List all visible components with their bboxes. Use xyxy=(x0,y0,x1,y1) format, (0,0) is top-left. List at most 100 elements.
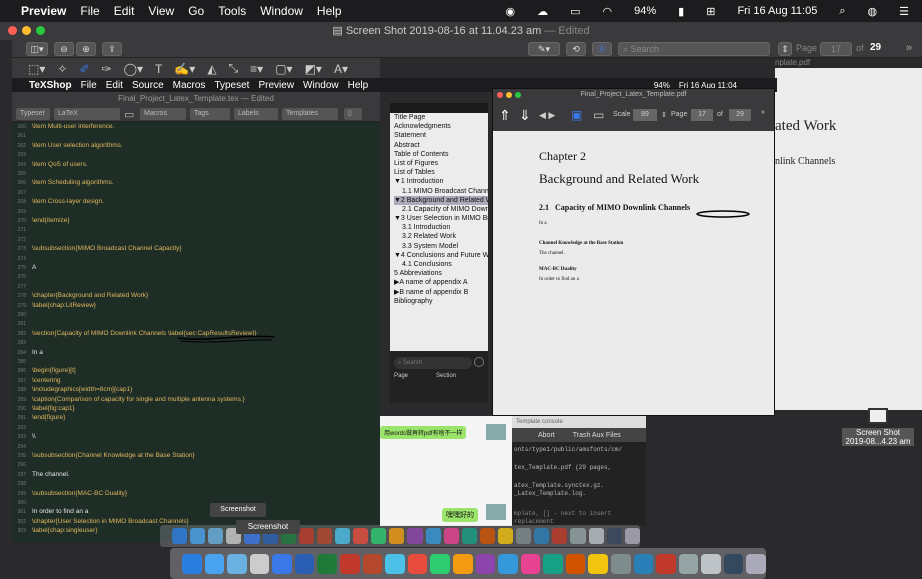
instant-alpha-icon[interactable]: ✧ xyxy=(57,62,67,76)
zoom-out-button[interactable]: ⊖ xyxy=(54,42,74,56)
dock-app-icon[interactable] xyxy=(204,553,225,574)
dock-app-icon[interactable] xyxy=(701,553,721,574)
toc-item[interactable]: 3.1 Introduction xyxy=(394,223,488,232)
tex-menu-window[interactable]: Window xyxy=(303,80,339,91)
toc-item[interactable]: 3.2 Related Work xyxy=(394,232,488,241)
tex-menu-help[interactable]: Help xyxy=(348,80,369,91)
battery-percent[interactable]: 94% xyxy=(627,5,663,17)
split-button[interactable]: ▯ xyxy=(344,108,362,120)
dock-app-icon[interactable] xyxy=(520,553,541,574)
spotlight-icon[interactable]: ⌕ xyxy=(832,5,852,18)
dock-app-icon[interactable] xyxy=(190,528,206,544)
toc-item[interactable]: Statement xyxy=(394,131,488,140)
sign-icon[interactable]: ✍▾ xyxy=(174,62,195,76)
dock-app-icon[interactable] xyxy=(678,553,699,574)
close-icon[interactable] xyxy=(8,26,17,35)
app-menu[interactable]: Preview xyxy=(14,4,73,18)
selection-tool-icon[interactable]: ⬚▾ xyxy=(28,62,45,76)
dock-app-icon[interactable] xyxy=(588,553,608,574)
shapes-icon[interactable]: ◯▾ xyxy=(124,62,143,76)
dock-app-icon[interactable] xyxy=(552,528,568,544)
sync-icon[interactable]: ▣ xyxy=(571,108,582,122)
dock-app-icon[interactable] xyxy=(497,528,514,544)
dock-app-icon[interactable] xyxy=(208,528,224,544)
macros-select[interactable]: Macros xyxy=(140,108,186,120)
menu-view[interactable]: View xyxy=(141,4,181,18)
dock-app-icon[interactable] xyxy=(543,553,563,574)
dock-app-icon[interactable] xyxy=(425,528,441,544)
toc-item[interactable]: 5 Abbreviations xyxy=(394,269,488,278)
toc-item[interactable]: 1.1 MIMO Broadcast Chann xyxy=(394,187,488,196)
dock-app-icon[interactable] xyxy=(570,528,586,544)
dock-app-icon[interactable] xyxy=(389,528,405,544)
pdf-page-field[interactable]: 17 xyxy=(691,109,713,121)
tex-menu-source[interactable]: Source xyxy=(132,80,164,91)
texshop-app-menu[interactable]: TeXShop xyxy=(29,80,72,91)
dock-app-icon[interactable] xyxy=(479,528,495,544)
tex-menu-macros[interactable]: Macros xyxy=(173,80,206,91)
adjust-color-icon[interactable]: ◭ xyxy=(207,62,216,76)
dock-app-icon[interactable] xyxy=(227,553,247,574)
dock-app-icon[interactable] xyxy=(516,528,532,544)
toc-item[interactable]: Bibliography xyxy=(394,297,488,306)
minimize-icon[interactable] xyxy=(22,26,31,35)
markup-button[interactable]: ✎▾ xyxy=(528,42,560,56)
labels-select[interactable]: Labels xyxy=(234,108,278,120)
dock-app-icon[interactable] xyxy=(723,553,744,574)
tex-menu-preview[interactable]: Preview xyxy=(258,80,294,91)
rotate-button[interactable]: ⟲ xyxy=(566,42,586,56)
dock-app-icon[interactable] xyxy=(407,528,423,544)
toc-item[interactable]: ▼4 Conclusions and Future Wo xyxy=(394,251,488,260)
dock-app-icon[interactable] xyxy=(294,553,315,574)
dock-app-icon[interactable] xyxy=(624,528,640,544)
fill-color-icon[interactable]: ◩▾ xyxy=(305,62,322,76)
trash-aux-button[interactable]: Trash Aux Files xyxy=(573,432,621,439)
scale-field[interactable]: 89 xyxy=(633,109,657,121)
menu-file[interactable]: File xyxy=(73,4,106,18)
dock-app-icon[interactable] xyxy=(452,553,473,574)
dock-app-icon[interactable] xyxy=(272,553,292,574)
overflow-chevron-icon[interactable]: » xyxy=(761,109,765,116)
templates-select[interactable]: Templates xyxy=(282,108,338,120)
toc-item[interactable]: List of Tables xyxy=(394,168,488,177)
dock-app-icon[interactable] xyxy=(443,528,459,544)
typeset-button[interactable]: Typeset xyxy=(16,108,50,120)
border-color-icon[interactable]: ▢▾ xyxy=(275,62,292,76)
screenshot-file[interactable]: Screen Shot 2019-08...4.23 am xyxy=(842,408,914,464)
dock-app-icon[interactable] xyxy=(746,553,767,574)
adjust-size-icon[interactable]: ⤡ xyxy=(229,61,239,76)
menu-help[interactable]: Help xyxy=(310,4,349,18)
chat-message[interactable]: 嘿嘿好的 xyxy=(442,508,478,522)
toc-item[interactable]: ▶B name of appendix B xyxy=(394,288,488,297)
text-tool-icon[interactable]: T xyxy=(155,62,162,76)
zoom-in-button[interactable]: ⊕ xyxy=(76,42,96,56)
shape-style-icon[interactable]: ≡▾ xyxy=(250,62,263,76)
menu-tools[interactable]: Tools xyxy=(211,4,253,18)
overflow-chevron-icon[interactable]: » xyxy=(906,42,912,54)
dock-app-icon[interactable] xyxy=(407,553,428,574)
display-icon[interactable]: ▭ xyxy=(563,5,587,18)
dock-app-icon[interactable] xyxy=(565,553,586,574)
dock-app-icon[interactable] xyxy=(475,553,496,574)
toc-item[interactable]: ▶A name of appendix A xyxy=(394,278,488,287)
dock-app-icon[interactable] xyxy=(498,553,518,574)
zoom-icon[interactable] xyxy=(515,92,521,98)
dock-app-icon[interactable] xyxy=(340,553,360,574)
toc-item[interactable]: Abstract xyxy=(394,141,488,150)
toc-item[interactable]: Title Page xyxy=(394,113,488,122)
minimize-icon[interactable] xyxy=(506,92,512,98)
toc-item[interactable]: List of Figures xyxy=(394,159,488,168)
dock-app-icon[interactable] xyxy=(353,528,369,544)
dock-app-icon[interactable] xyxy=(316,528,332,544)
dock-app-icon[interactable] xyxy=(633,553,654,574)
close-icon[interactable] xyxy=(497,92,503,98)
wifi-icon[interactable]: ◠ xyxy=(596,5,620,18)
dock-app-icon[interactable] xyxy=(610,553,631,574)
menu-window[interactable]: Window xyxy=(253,4,310,18)
pdf-page[interactable]: Chapter 2 Background and Related Work 2.… xyxy=(493,131,774,415)
dock-app-icon[interactable] xyxy=(606,528,622,544)
toc-item[interactable]: ▼2 Background and Related Wo xyxy=(394,195,488,205)
toc-item[interactable]: 3.3 System Model xyxy=(394,242,488,251)
dock-app-icon[interactable] xyxy=(317,553,338,574)
toc-item[interactable]: ▼1 Introduction xyxy=(394,177,488,186)
